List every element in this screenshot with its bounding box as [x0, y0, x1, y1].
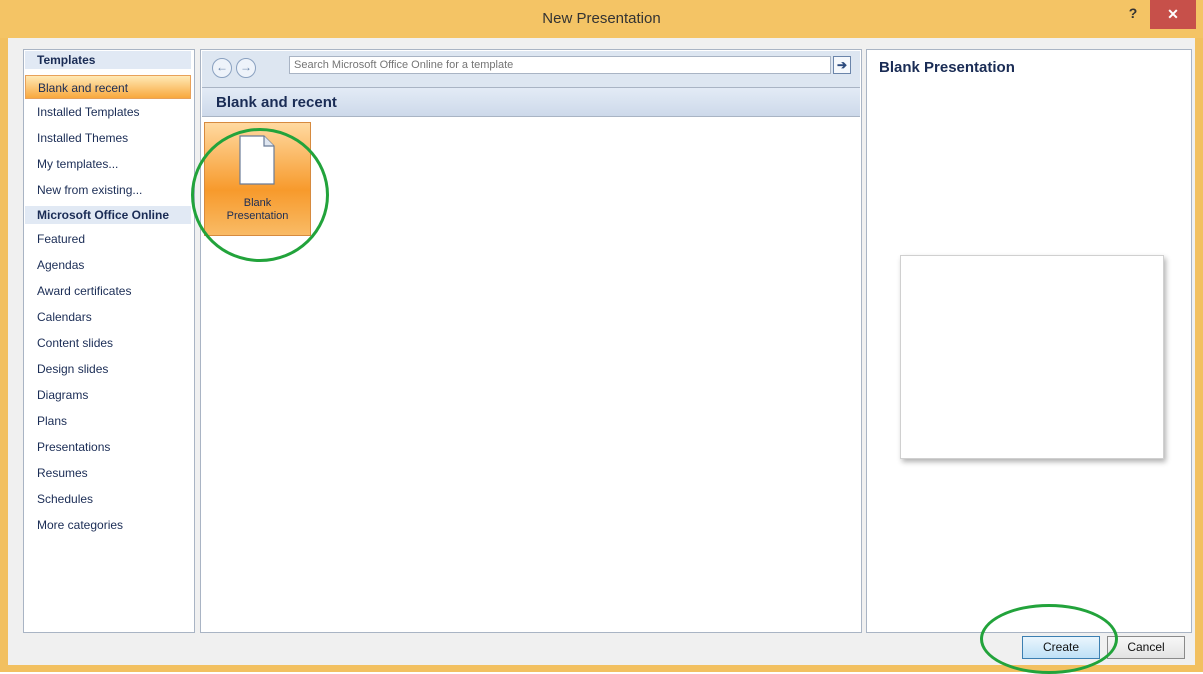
- search-go-button[interactable]: ➔: [833, 56, 851, 74]
- tile-label-line2: Presentation: [226, 210, 289, 222]
- search-toolbar: ← → ➔: [202, 51, 860, 87]
- nav-item-installed-themes[interactable]: Installed Themes: [25, 126, 191, 150]
- nav-item-design-slides[interactable]: Design slides: [25, 357, 191, 381]
- nav-item-resumes[interactable]: Resumes: [25, 461, 191, 485]
- nav-item-diagrams[interactable]: Diagrams: [25, 383, 191, 407]
- blank-document-icon: [239, 135, 275, 185]
- nav-item-calendars[interactable]: Calendars: [25, 305, 191, 329]
- back-arrow-icon[interactable]: ←: [212, 58, 232, 78]
- slide-preview-thumbnail: [900, 255, 1164, 459]
- section-header-templates: Templates: [25, 51, 191, 69]
- nav-item-new-from-existing[interactable]: New from existing...: [25, 178, 191, 202]
- cancel-button[interactable]: Cancel: [1107, 636, 1185, 659]
- gallery-heading: Blank and recent: [202, 87, 860, 117]
- nav-item-agendas[interactable]: Agendas: [25, 253, 191, 277]
- preview-panel: Blank Presentation: [866, 49, 1192, 633]
- nav-item-content-slides[interactable]: Content slides: [25, 331, 191, 355]
- help-button[interactable]: ?: [1124, 5, 1142, 27]
- nav-item-schedules[interactable]: Schedules: [25, 487, 191, 511]
- nav-item-blank-and-recent[interactable]: Blank and recent: [25, 75, 191, 99]
- nav-item-presentations[interactable]: Presentations: [25, 435, 191, 459]
- dialog-title: New Presentation: [542, 10, 661, 27]
- tile-label: Blank Presentation: [205, 197, 310, 223]
- search-input[interactable]: [289, 56, 831, 74]
- blank-presentation-tile[interactable]: Blank Presentation: [204, 122, 311, 236]
- section-header-office-online: Microsoft Office Online: [25, 206, 191, 224]
- template-categories-panel: Templates Blank and recent Installed Tem…: [23, 49, 195, 633]
- dialog-window: New Presentation ? ✕ Templates Blank and…: [0, 0, 1203, 674]
- close-button[interactable]: ✕: [1150, 0, 1196, 29]
- nav-item-more-categories[interactable]: More categories: [25, 513, 191, 537]
- tile-label-line1: Blank: [243, 197, 272, 209]
- templates-gallery-panel: ← → ➔ Blank and recent Blank Presentatio…: [200, 49, 862, 633]
- create-button[interactable]: Create: [1022, 636, 1100, 659]
- nav-item-installed-templates[interactable]: Installed Templates: [25, 100, 191, 124]
- nav-item-award-certificates[interactable]: Award certificates: [25, 279, 191, 303]
- nav-item-featured[interactable]: Featured: [25, 227, 191, 251]
- nav-item-my-templates[interactable]: My templates...: [25, 152, 191, 176]
- title-bar: New Presentation ? ✕: [0, 0, 1203, 38]
- forward-arrow-icon[interactable]: →: [236, 58, 256, 78]
- preview-title: Blank Presentation: [879, 59, 1015, 76]
- nav-item-plans[interactable]: Plans: [25, 409, 191, 433]
